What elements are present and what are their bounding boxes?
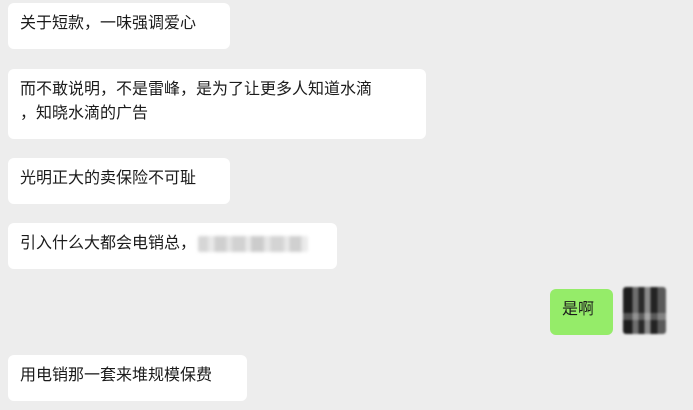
message-bubble-1[interactable]: 关于短款，一味强调爱心 (8, 3, 230, 49)
blurred-redacted-text (198, 235, 309, 252)
message-bubble-4[interactable]: 引入什么大都会电销总， (8, 223, 337, 269)
message-bubble-6[interactable]: 用电销那一套来堆规模保费 (8, 355, 247, 401)
message-bubble-self[interactable]: 是啊 (550, 289, 613, 335)
message-bubble-3[interactable]: 光明正大的卖保险不可耻 (8, 158, 230, 204)
message-text: 用电销那一套来堆规模保费 (20, 365, 213, 384)
message-text-line-1: 而不敢说明，不是雷峰，是为了让更多人知道水滴 (20, 79, 373, 98)
message-text: 光明正大的卖保险不可耻 (20, 168, 197, 187)
message-bubble-2[interactable]: 而不敢说明，不是雷峰，是为了让更多人知道水滴 ，知晓水滴的广告 (8, 69, 426, 139)
avatar[interactable] (623, 287, 666, 334)
message-text: 是啊 (562, 299, 595, 318)
message-text: 引入什么大都会电销总， (20, 233, 197, 252)
message-text-line-2: ，知晓水滴的广告 (20, 103, 149, 122)
message-text: 关于短款，一味强调爱心 (20, 13, 197, 32)
